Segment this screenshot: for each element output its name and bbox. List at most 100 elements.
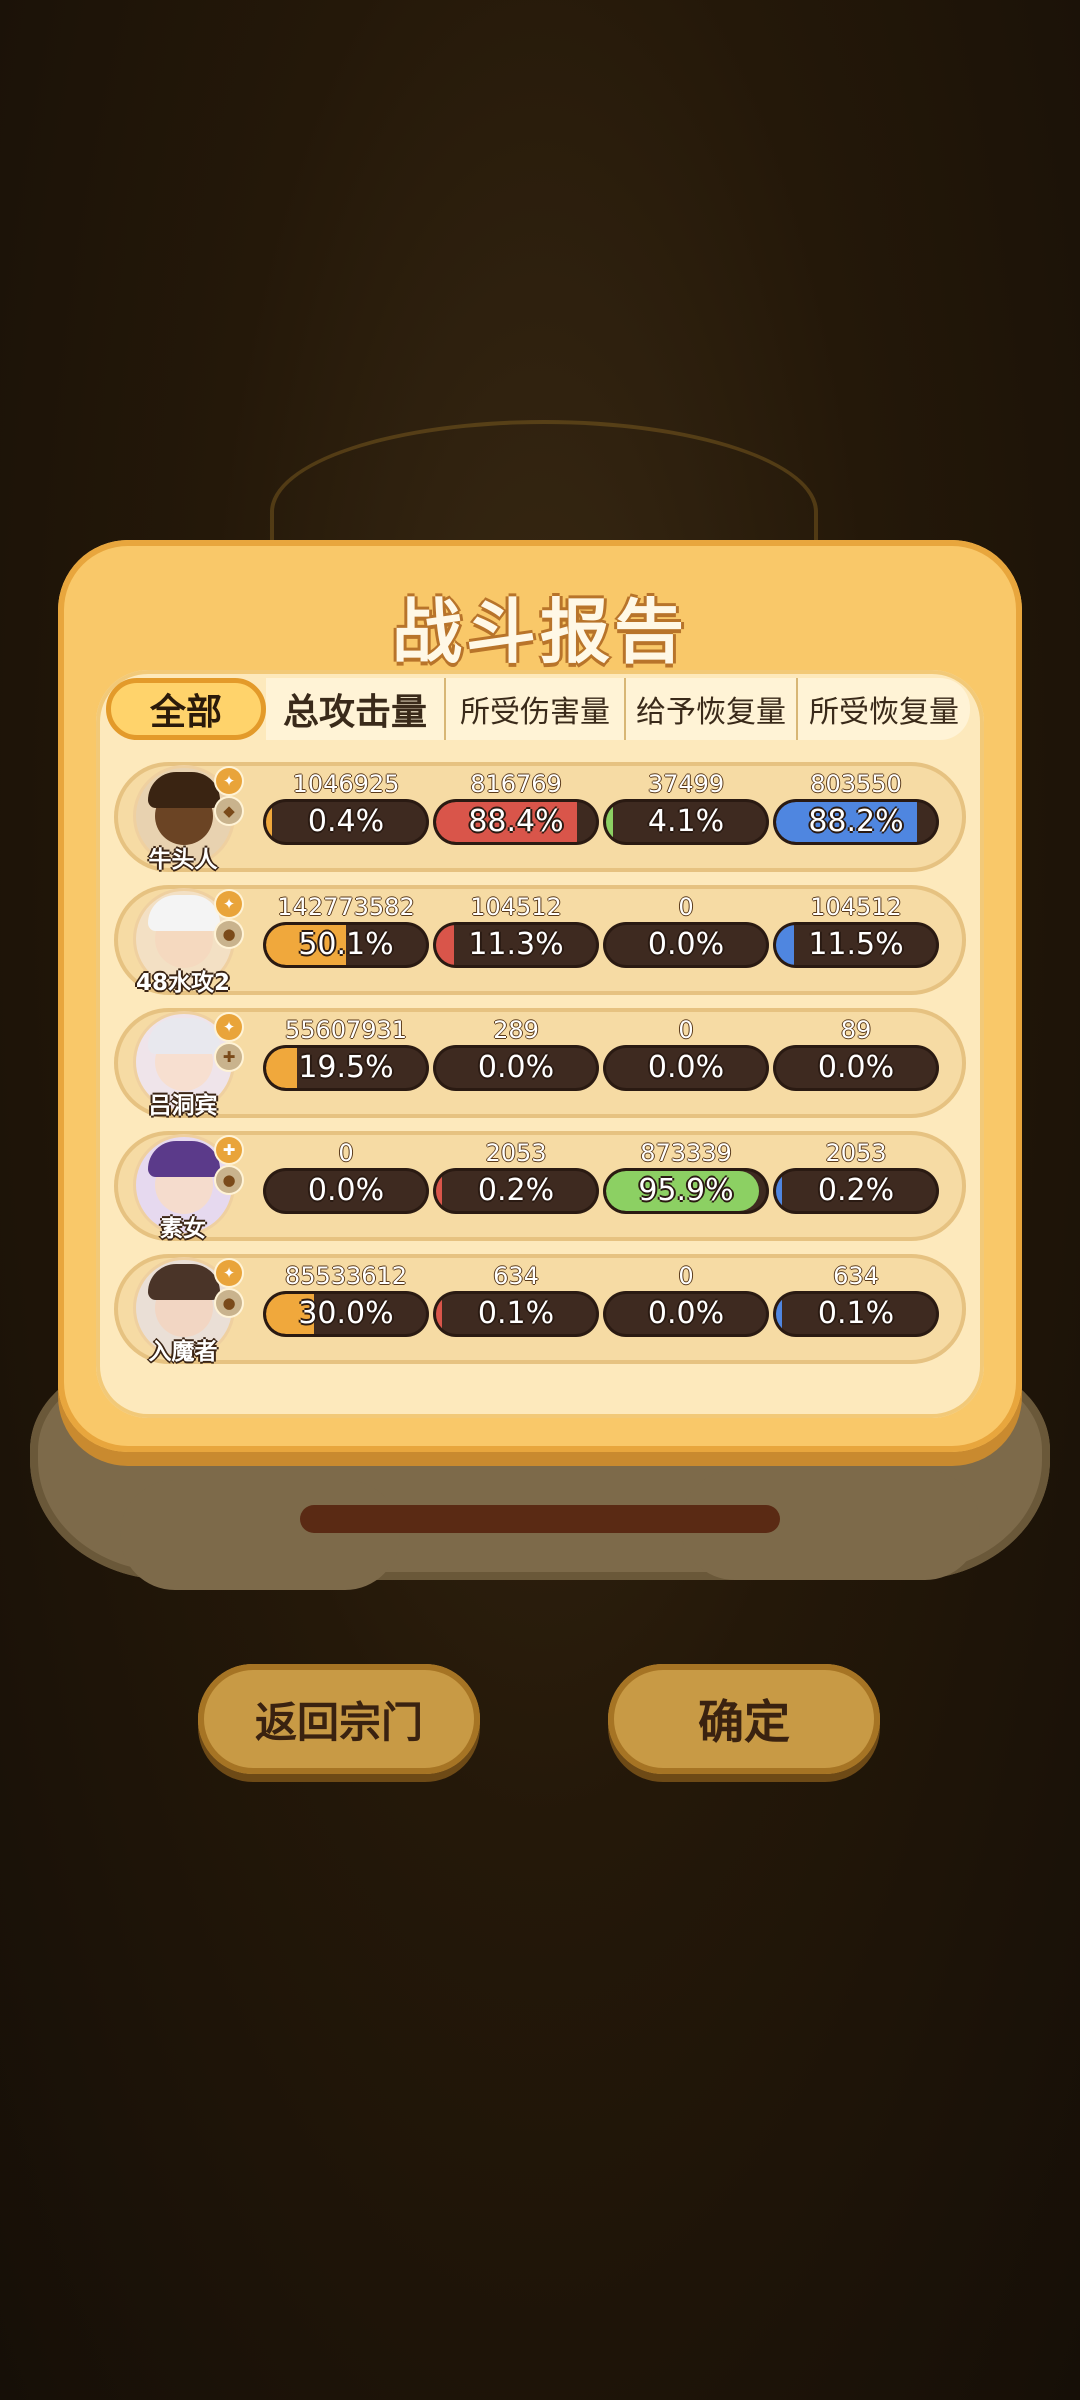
stat-percent: 0.0% bbox=[647, 927, 725, 962]
panel-title: 战斗报告 bbox=[392, 591, 688, 673]
element-badge-icon: ✚ bbox=[216, 1044, 242, 1070]
stat-percent: 0.0% bbox=[647, 1050, 725, 1085]
stat-value: 873339 bbox=[640, 1139, 732, 1167]
hero-hair bbox=[148, 772, 220, 808]
stat-bar: 0.2% bbox=[776, 1171, 936, 1211]
stat-value: 104512 bbox=[470, 893, 562, 921]
hero-name: 吕洞宾 bbox=[148, 1093, 218, 1119]
stat-cell: 634 0.1% bbox=[436, 1262, 596, 1358]
hero-avatar-slot[interactable]: ✦ ● 48水攻2 bbox=[124, 887, 244, 996]
tab-healing-given[interactable]: 给予恢复量 bbox=[626, 678, 798, 740]
stat-value: 634 bbox=[493, 1262, 539, 1290]
hero-row: ✦ ● 48水攻2 142773582 50.1% 104512 11.3% 0 0.0% 104… bbox=[114, 885, 966, 996]
stat-value: 37499 bbox=[647, 770, 725, 798]
stat-bar: 0.0% bbox=[436, 1048, 596, 1088]
stat-bar: 0.2% bbox=[436, 1171, 596, 1211]
stat-bar: 19.5% bbox=[266, 1048, 426, 1088]
battle-report-panel: 战斗报告 全部 总攻击量 所受伤害量 给予恢复量 所受恢复量 ✦ ◆ 牛头人 1046… bbox=[58, 540, 1022, 1452]
stat-bar: 0.1% bbox=[776, 1294, 936, 1334]
stat-cell: 289 0.0% bbox=[436, 1016, 596, 1112]
hero-name: 牛头人 bbox=[148, 847, 218, 873]
stat-value: 0 bbox=[678, 1262, 694, 1290]
stat-cell: 55607931 19.5% bbox=[266, 1016, 426, 1112]
stat-percent: 0.4% bbox=[307, 804, 385, 839]
hero-hair bbox=[148, 1018, 220, 1054]
stat-percent: 0.0% bbox=[307, 1173, 385, 1208]
hero-avatar-slot[interactable]: ✦ ✚ 吕洞宾 bbox=[124, 1010, 244, 1119]
stat-bar: 95.9% bbox=[606, 1171, 766, 1211]
stat-bar: 0.0% bbox=[606, 1048, 766, 1088]
hero-name: 素女 bbox=[160, 1216, 206, 1242]
stat-percent: 95.9% bbox=[638, 1173, 734, 1208]
stat-bar: 88.2% bbox=[776, 802, 936, 842]
cloud-bar-decoration bbox=[300, 1505, 780, 1533]
element-badge-icon: ◆ bbox=[216, 798, 242, 824]
report-content: 全部 总攻击量 所受伤害量 给予恢复量 所受恢复量 ✦ ◆ 牛头人 1046925 0.… bbox=[96, 670, 984, 1418]
hero-hair bbox=[148, 1264, 220, 1300]
stat-value: 0 bbox=[338, 1139, 354, 1167]
stat-bar: 0.0% bbox=[776, 1048, 936, 1088]
hero-avatar-slot[interactable]: ✦ ◆ 牛头人 bbox=[124, 764, 244, 873]
stat-bar: 0.0% bbox=[606, 925, 766, 965]
stat-value: 816769 bbox=[470, 770, 562, 798]
stat-cell: 0 0.0% bbox=[606, 1262, 766, 1358]
stat-percent: 0.1% bbox=[477, 1296, 555, 1331]
stat-value: 2053 bbox=[825, 1139, 887, 1167]
tab-all[interactable]: 全部 bbox=[106, 678, 266, 740]
stat-value: 2053 bbox=[485, 1139, 547, 1167]
stat-percent: 0.2% bbox=[477, 1173, 555, 1208]
hero-row: ✚ ● 素女 0 0.0% 2053 0.2% 873339 95.9% 2053 0.2% bbox=[114, 1131, 966, 1242]
stat-percent: 0.0% bbox=[647, 1296, 725, 1331]
return-sect-button[interactable]: 返回宗门 bbox=[198, 1664, 480, 1774]
hero-avatar-slot[interactable]: ✦ ● 入魔者 bbox=[124, 1256, 244, 1365]
hero-row: ✦ ◆ 牛头人 1046925 0.4% 816769 88.4% 37499 4.1% 8035… bbox=[114, 762, 966, 873]
stat-cell: 85533612 30.0% bbox=[266, 1262, 426, 1358]
stat-cell: 89 0.0% bbox=[776, 1016, 936, 1112]
stat-bar: 11.3% bbox=[436, 925, 596, 965]
stat-bar: 30.0% bbox=[266, 1294, 426, 1334]
stat-cell: 0 0.0% bbox=[266, 1139, 426, 1235]
stat-value: 142773582 bbox=[277, 893, 415, 921]
stat-percent: 11.3% bbox=[468, 927, 564, 962]
stat-bar: 0.0% bbox=[606, 1294, 766, 1334]
stat-bar: 50.1% bbox=[266, 925, 426, 965]
stat-value: 104512 bbox=[810, 893, 902, 921]
stat-value: 289 bbox=[493, 1016, 539, 1044]
hero-avatar-slot[interactable]: ✚ ● 素女 bbox=[124, 1133, 244, 1242]
stat-percent: 30.0% bbox=[298, 1296, 394, 1331]
confirm-button[interactable]: 确定 bbox=[608, 1664, 880, 1774]
stat-cell: 37499 4.1% bbox=[606, 770, 766, 866]
stat-bar: 0.4% bbox=[266, 802, 426, 842]
stat-cell: 104512 11.3% bbox=[436, 893, 596, 989]
stat-cell: 104512 11.5% bbox=[776, 893, 936, 989]
stat-percent: 0.0% bbox=[477, 1050, 555, 1085]
element-badge-icon: ● bbox=[216, 1290, 242, 1316]
hero-row: ✦ ● 入魔者 85533612 30.0% 634 0.1% 0 0.0% 634 0.1% bbox=[114, 1254, 966, 1365]
hero-name: 48水攻2 bbox=[135, 970, 230, 996]
stat-value: 0 bbox=[678, 1016, 694, 1044]
stat-percent: 0.2% bbox=[817, 1173, 895, 1208]
stat-bar: 4.1% bbox=[606, 802, 766, 842]
stat-percent: 88.2% bbox=[808, 804, 904, 839]
class-badge-icon: ✦ bbox=[216, 1014, 242, 1040]
stat-value: 55607931 bbox=[284, 1016, 408, 1044]
hero-row: ✦ ✚ 吕洞宾 55607931 19.5% 289 0.0% 0 0.0% 89 0.0% bbox=[114, 1008, 966, 1119]
tab-healing-received[interactable]: 所受恢复量 bbox=[798, 678, 970, 740]
stat-value: 89 bbox=[840, 1016, 872, 1044]
stat-tabs: 全部 总攻击量 所受伤害量 给予恢复量 所受恢复量 bbox=[106, 674, 978, 744]
stat-cell: 142773582 50.1% bbox=[266, 893, 426, 989]
stat-value: 1046925 bbox=[292, 770, 400, 798]
stat-percent: 0.0% bbox=[817, 1050, 895, 1085]
element-badge-icon: ● bbox=[216, 921, 242, 947]
stat-cell: 0 0.0% bbox=[606, 893, 766, 989]
stat-cell: 1046925 0.4% bbox=[266, 770, 426, 866]
stat-value: 0 bbox=[678, 893, 694, 921]
tab-total-attack[interactable]: 总攻击量 bbox=[266, 678, 446, 740]
stat-cell: 0 0.0% bbox=[606, 1016, 766, 1112]
stat-cell: 634 0.1% bbox=[776, 1262, 936, 1358]
tab-damage-taken[interactable]: 所受伤害量 bbox=[446, 678, 626, 740]
stat-cell: 803550 88.2% bbox=[776, 770, 936, 866]
class-badge-icon: ✦ bbox=[216, 1260, 242, 1286]
stat-bar: 0.0% bbox=[266, 1171, 426, 1211]
stat-cell: 873339 95.9% bbox=[606, 1139, 766, 1235]
